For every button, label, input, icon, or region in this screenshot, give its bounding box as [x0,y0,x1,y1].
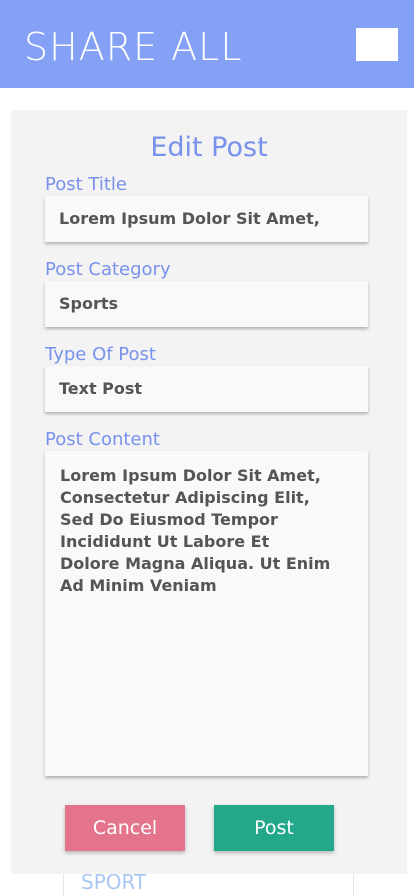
cancel-button[interactable]: Cancel [65,805,185,851]
app-title: SHARE ALL [24,25,243,69]
post-category-input[interactable]: Sports [45,281,368,327]
edit-post-dialog: Edit Post Post Title Lorem Ipsum Dolor S… [11,110,407,874]
type-of-post-label: Type Of Post [45,344,156,365]
post-title-input[interactable]: Lorem Ipsum Dolor Sit Amet, [45,196,368,242]
type-of-post-input[interactable]: Text Post [45,366,368,412]
post-content-label: Post Content [45,429,160,450]
menu-icon[interactable] [356,28,398,61]
app-header: SHARE ALL [0,0,414,88]
post-button[interactable]: Post [214,805,334,851]
post-content-textarea[interactable]: Lorem Ipsum Dolor Sit Amet, Consectetur … [45,451,368,776]
dialog-title: Edit Post [150,132,268,163]
post-category-label: Post Category [45,259,171,280]
post-title-label: Post Title [45,174,127,195]
share-all-screen: SHARE ALL SPORT Edit Post Post Title Lor… [0,0,414,896]
